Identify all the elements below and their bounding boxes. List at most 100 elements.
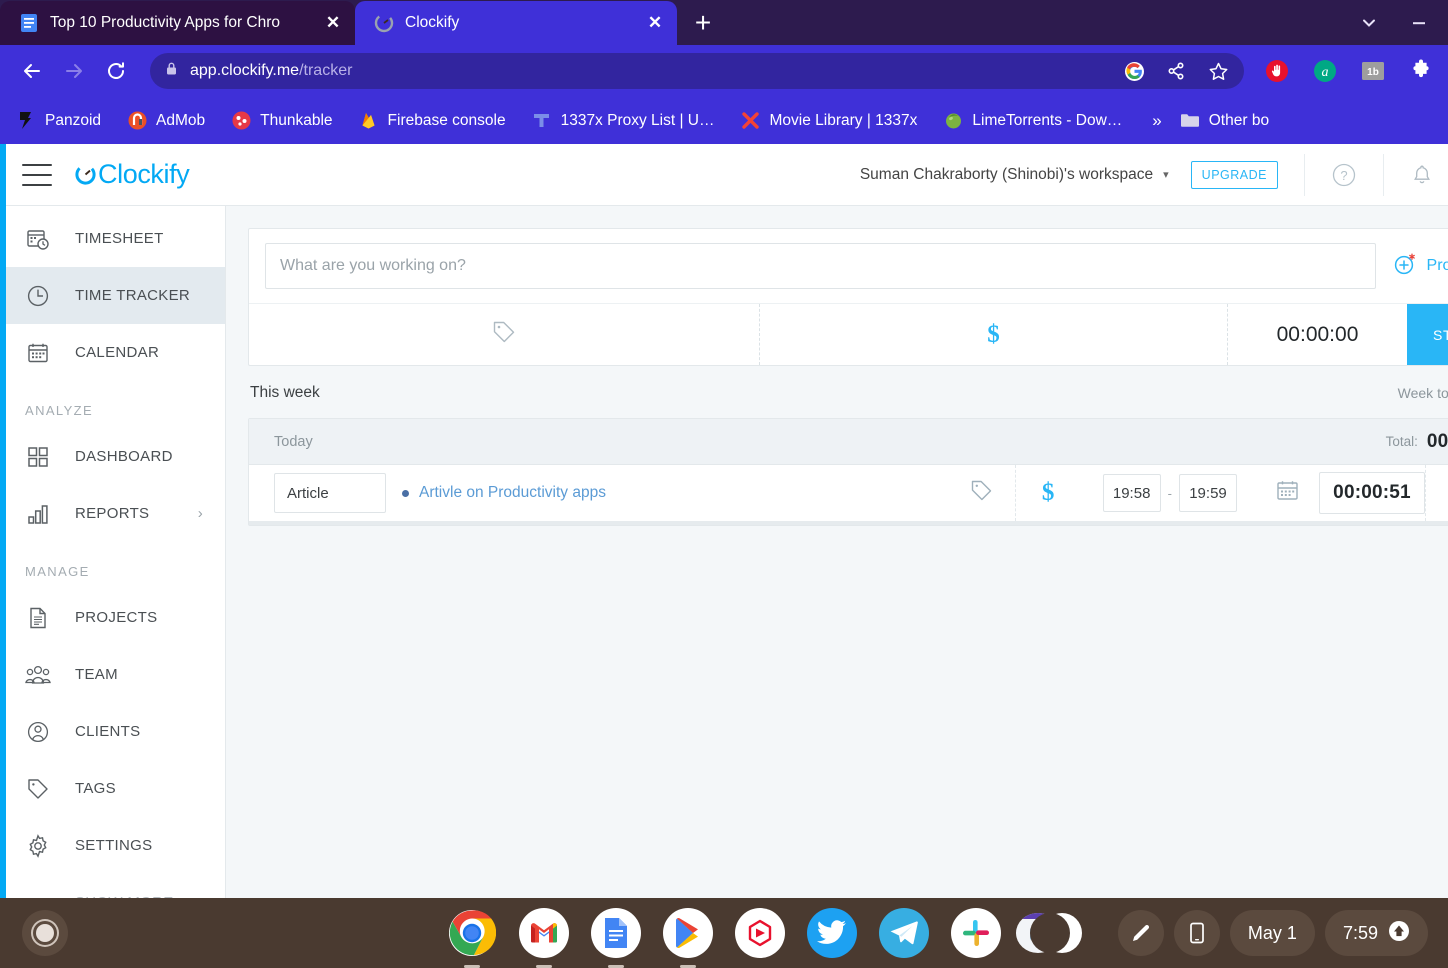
week-summary-row: This week Week total: 0 [248, 366, 1448, 418]
folder-icon [1180, 111, 1200, 131]
shelf-status-area: May 1 7:59 [1015, 910, 1436, 956]
day-total: Total: 00:00: [1386, 431, 1448, 453]
browser-tab-title: Top 10 Productivity Apps for Chro [50, 14, 281, 31]
tracker-timer-display[interactable]: 00:00:00 [1227, 304, 1407, 365]
twitter-icon[interactable] [807, 908, 857, 958]
calendar-icon [1275, 478, 1300, 508]
entry-description-box[interactable]: Article [274, 473, 386, 513]
sidebar-item-projects[interactable]: PROJECTS [0, 589, 225, 646]
address-bar[interactable]: app.clockify.me/tracker [150, 53, 1244, 89]
browser-tab-0[interactable]: Top 10 Productivity Apps for Chro ✕ [0, 1, 355, 45]
night-light-icon[interactable] [1015, 910, 1108, 956]
entry-date-button[interactable] [1255, 465, 1319, 521]
time-separator: - [1167, 485, 1172, 501]
tracker-tag-button[interactable] [249, 304, 759, 365]
sidebar-item-team[interactable]: TEAM [0, 646, 225, 703]
entry-tag-button[interactable] [949, 465, 1015, 521]
close-icon[interactable]: ✕ [321, 11, 345, 35]
sidebar-item-tags[interactable]: TAGS [0, 760, 225, 817]
dashboard-grid-icon [25, 445, 51, 469]
sidebar-item-clients[interactable]: CLIENTS [0, 703, 225, 760]
share-icon[interactable] [1164, 59, 1188, 83]
sidebar-item-calendar[interactable]: CALENDAR [0, 324, 225, 381]
time-entry-row[interactable]: Article Artivle on Productivity apps $ 1… [249, 465, 1448, 525]
new-tab-button[interactable]: + [683, 3, 723, 43]
minimize-icon[interactable] [1406, 10, 1432, 36]
other-bookmarks-button[interactable]: Other bo [1180, 111, 1269, 131]
page-accent-strip [0, 144, 6, 898]
opera-gx-icon[interactable] [735, 908, 785, 958]
chrome-browser-window: Top 10 Productivity Apps for Chro ✕ Cloc… [0, 0, 1448, 898]
google-docs-icon[interactable] [591, 908, 641, 968]
notification-bell-icon[interactable] [1410, 163, 1448, 187]
sidebar-item-show-more[interactable]: SHOW MORE [0, 874, 225, 898]
play-store-icon[interactable] [663, 908, 713, 968]
bookmark-item[interactable]: 1337x Proxy List | U… [532, 111, 715, 131]
bookmark-item[interactable]: Firebase console [359, 111, 506, 131]
firebase-icon [359, 111, 379, 131]
bookmark-item[interactable]: Thunkable [231, 111, 333, 131]
google-icon[interactable] [1122, 59, 1146, 83]
tracker-card: What are you working on? Proj [248, 228, 1448, 366]
entry-end-time[interactable]: 19:59 [1179, 474, 1237, 512]
week-total-label: Week total: [1397, 385, 1448, 401]
chevron-down-icon[interactable] [1356, 10, 1382, 36]
entry-project-link[interactable]: Artivle on Productivity apps [402, 484, 606, 502]
chromeos-shelf: May 1 7:59 [0, 898, 1448, 968]
extensions-puzzle-icon[interactable] [1408, 58, 1434, 84]
entry-play-button[interactable] [1425, 465, 1448, 521]
task-description-input[interactable]: What are you working on? [265, 243, 1376, 289]
bookmark-item[interactable]: Movie Library | 1337x [741, 111, 918, 131]
back-arrow-icon[interactable] [14, 53, 50, 89]
sidebar-item-timesheet[interactable]: TIMESHEET [0, 210, 225, 267]
bookmark-label: Movie Library | 1337x [769, 111, 918, 129]
slack-icon[interactable] [951, 908, 1001, 958]
adblock-icon[interactable] [1264, 58, 1290, 84]
chevron-down-icon[interactable]: ▾ [1163, 168, 1169, 181]
browser-tab-1[interactable]: Clockify ✕ [355, 1, 677, 45]
sidebar-item-reports[interactable]: REPORTS › [0, 485, 225, 542]
entry-duration[interactable]: 00:00:51 [1319, 472, 1425, 514]
date-tray-button[interactable]: May 1 [1229, 910, 1315, 956]
admob-icon [127, 111, 147, 131]
bookmark-label: 1337x Proxy List | U… [560, 111, 715, 129]
clockify-logo[interactable]: Clockify [74, 159, 190, 190]
bar-chart-icon [25, 502, 51, 526]
chrome-icon[interactable] [447, 908, 497, 968]
close-icon[interactable]: ✕ [643, 11, 667, 35]
shelf-app-list [447, 908, 1001, 968]
chevron-right-icon[interactable]: › [198, 505, 203, 522]
telegram-icon[interactable] [879, 908, 929, 958]
bookmark-item[interactable]: LimeTorrents - Dow… [943, 111, 1122, 131]
help-circle-icon[interactable]: ? [1331, 162, 1357, 188]
adguard-icon[interactable]: a [1312, 58, 1338, 84]
sidebar-item-dashboard[interactable]: DASHBOARD [0, 428, 225, 485]
bookmark-item[interactable]: Panzoid [16, 111, 101, 131]
start-timer-button[interactable]: STA [1407, 304, 1448, 365]
launcher-icon[interactable] [22, 910, 68, 956]
clock-tray-button[interactable]: 7:59 [1324, 910, 1428, 956]
workspace-name[interactable]: Suman Chakraborty (Shinobi)'s workspace [860, 166, 1153, 184]
hamburger-menu-icon[interactable] [22, 163, 52, 186]
gmail-icon[interactable] [519, 908, 569, 968]
entry-billable-button[interactable]: $ [1014, 465, 1081, 521]
bookmarks-overflow-button[interactable]: » [1152, 111, 1161, 131]
clockify-header-right: Suman Chakraborty (Shinobi)'s workspace … [860, 144, 1448, 205]
lock-icon [164, 61, 179, 81]
svg-text:1b: 1b [1367, 67, 1379, 78]
stylus-pen-icon[interactable] [1117, 910, 1164, 956]
bookmark-star-icon[interactable] [1206, 59, 1230, 83]
tab-manager-icon[interactable]: 1b [1360, 58, 1386, 84]
forward-arrow-icon[interactable] [56, 53, 92, 89]
add-project-button[interactable]: Proj [1376, 251, 1448, 282]
entry-start-time[interactable]: 19:58 [1102, 474, 1161, 512]
bookmark-item[interactable]: AdMob [127, 111, 205, 131]
sidebar-item-time-tracker[interactable]: TIME TRACKER [0, 267, 225, 324]
tracker-billable-button[interactable]: $ [759, 304, 1227, 365]
dollar-icon: $ [1041, 479, 1055, 506]
phone-hub-icon[interactable] [1173, 910, 1220, 956]
reload-icon[interactable] [98, 53, 134, 89]
bookmark-label: AdMob [156, 111, 206, 129]
sidebar-item-settings[interactable]: SETTINGS [0, 817, 225, 874]
upgrade-button[interactable]: UPGRADE [1190, 160, 1278, 189]
